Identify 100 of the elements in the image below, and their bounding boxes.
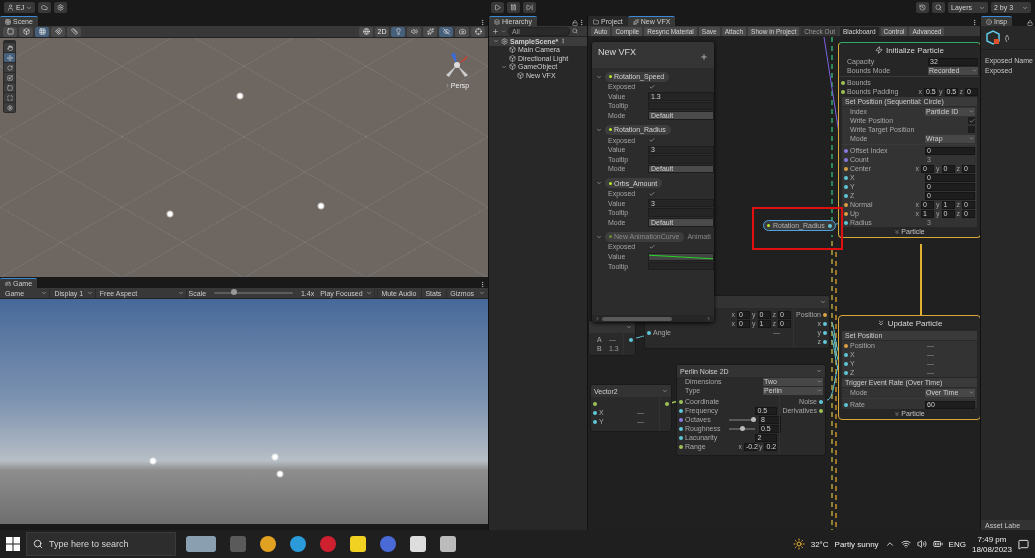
cloud-button[interactable] (38, 2, 52, 13)
slider-thumb[interactable] (739, 425, 745, 431)
slider[interactable] (729, 418, 755, 421)
port-dot[interactable] (823, 312, 827, 317)
node-title: Update Particle (887, 318, 943, 328)
port-dot[interactable] (679, 435, 683, 440)
tool-button[interactable] (4, 103, 15, 112)
slider-thumb[interactable] (751, 416, 757, 422)
add-button[interactable] (700, 53, 708, 61)
port-dot[interactable] (844, 220, 848, 225)
speaker-icon (410, 28, 418, 35)
toolbar-toggle[interactable] (423, 26, 437, 37)
port-dot[interactable] (844, 184, 848, 189)
port-dot[interactable] (593, 419, 597, 424)
port-dot[interactable] (679, 408, 683, 413)
history-button[interactable] (916, 2, 929, 13)
tool-button[interactable] (4, 53, 15, 62)
caret-icon (969, 136, 974, 141)
port-dot[interactable] (844, 343, 848, 348)
port-dot[interactable] (679, 417, 683, 422)
port-dot[interactable] (823, 339, 827, 344)
caret-icon (972, 68, 977, 73)
checkbox[interactable] (968, 117, 975, 124)
port-dot[interactable] (819, 408, 823, 413)
port-dot[interactable] (823, 321, 827, 326)
port-dot[interactable] (819, 399, 823, 404)
slider[interactable] (729, 427, 755, 430)
port-dot[interactable] (844, 361, 848, 366)
value-field[interactable] (648, 261, 714, 271)
flow-icon (894, 228, 901, 235)
port-dot[interactable] (844, 370, 848, 375)
toolbar-toggle[interactable] (407, 26, 421, 37)
value-field[interactable] (648, 155, 714, 164)
toolbar-toggle[interactable] (359, 26, 373, 37)
toolbar-toggle[interactable] (455, 26, 469, 37)
port-dot[interactable] (844, 157, 848, 162)
port-dot[interactable] (593, 410, 597, 415)
port-dot[interactable] (823, 330, 827, 335)
value-field[interactable] (648, 101, 714, 111)
caret-icon (595, 316, 600, 321)
slider-thumb[interactable] (230, 289, 237, 295)
settings-icon (57, 4, 65, 11)
rect-icon (6, 84, 13, 91)
port-dot[interactable] (647, 330, 651, 335)
crosshair-icon (474, 28, 482, 35)
toolbar-toggle[interactable] (471, 26, 485, 37)
effect-icon (632, 18, 639, 25)
port-dot[interactable] (827, 223, 832, 228)
port-dot[interactable] (844, 202, 848, 207)
checkbox[interactable] (648, 136, 655, 144)
settings-button[interactable] (54, 2, 68, 13)
toolbar-toggle[interactable] (3, 26, 17, 37)
info-icon (986, 18, 992, 25)
notification-icon (1018, 538, 1029, 550)
tool-button[interactable] (4, 93, 15, 102)
toolbar-toggle[interactable] (19, 26, 33, 37)
port-dot[interactable] (665, 401, 669, 406)
port-dot[interactable] (844, 175, 848, 180)
port-dot[interactable] (679, 426, 683, 431)
port-dot[interactable] (841, 89, 845, 94)
toolbar-toggle[interactable] (439, 26, 453, 37)
toolbar-toggle[interactable] (391, 26, 405, 37)
more-icon (560, 38, 567, 45)
port-dot[interactable] (844, 193, 848, 198)
cube-icon (22, 28, 30, 35)
caret-icon (41, 290, 48, 296)
port-dot[interactable] (844, 211, 848, 216)
value-field[interactable] (648, 208, 714, 217)
port-dot[interactable] (679, 444, 683, 449)
lightbulb-icon (394, 28, 402, 35)
weather-text: Partly sunny (834, 539, 879, 549)
port-dot[interactable] (844, 166, 848, 171)
language-indicator[interactable]: ENG (948, 539, 966, 549)
toolbar-toggle[interactable] (67, 26, 81, 37)
taskbar-search[interactable]: Type here to search (26, 532, 176, 556)
port-dot[interactable] (629, 337, 633, 342)
folder-icon (593, 18, 599, 25)
checkbox[interactable] (648, 190, 655, 198)
port-dot[interactable] (679, 399, 683, 404)
tool-button[interactable] (4, 83, 15, 92)
port-dot[interactable] (844, 402, 848, 407)
port-dot[interactable] (841, 80, 845, 85)
port-dot[interactable] (844, 148, 848, 153)
port-dot[interactable] (593, 401, 597, 406)
glowing-orb (317, 202, 325, 210)
port-dot[interactable] (844, 352, 848, 357)
curve-field[interactable] (648, 252, 714, 261)
play-button[interactable] (491, 2, 505, 13)
move-icon (6, 54, 13, 61)
search-button[interactable] (932, 2, 945, 13)
tool-button[interactable] (4, 63, 15, 72)
toolbar-toggle[interactable] (51, 26, 65, 37)
tool-button[interactable] (4, 43, 15, 52)
step-button[interactable] (523, 2, 537, 13)
speaker-icon (916, 539, 927, 549)
pause-button[interactable] (507, 2, 521, 13)
city-thumbnail (186, 536, 216, 552)
toolbar-toggle[interactable] (35, 26, 49, 37)
tool-button[interactable] (4, 73, 15, 82)
checkbox[interactable] (648, 83, 655, 91)
